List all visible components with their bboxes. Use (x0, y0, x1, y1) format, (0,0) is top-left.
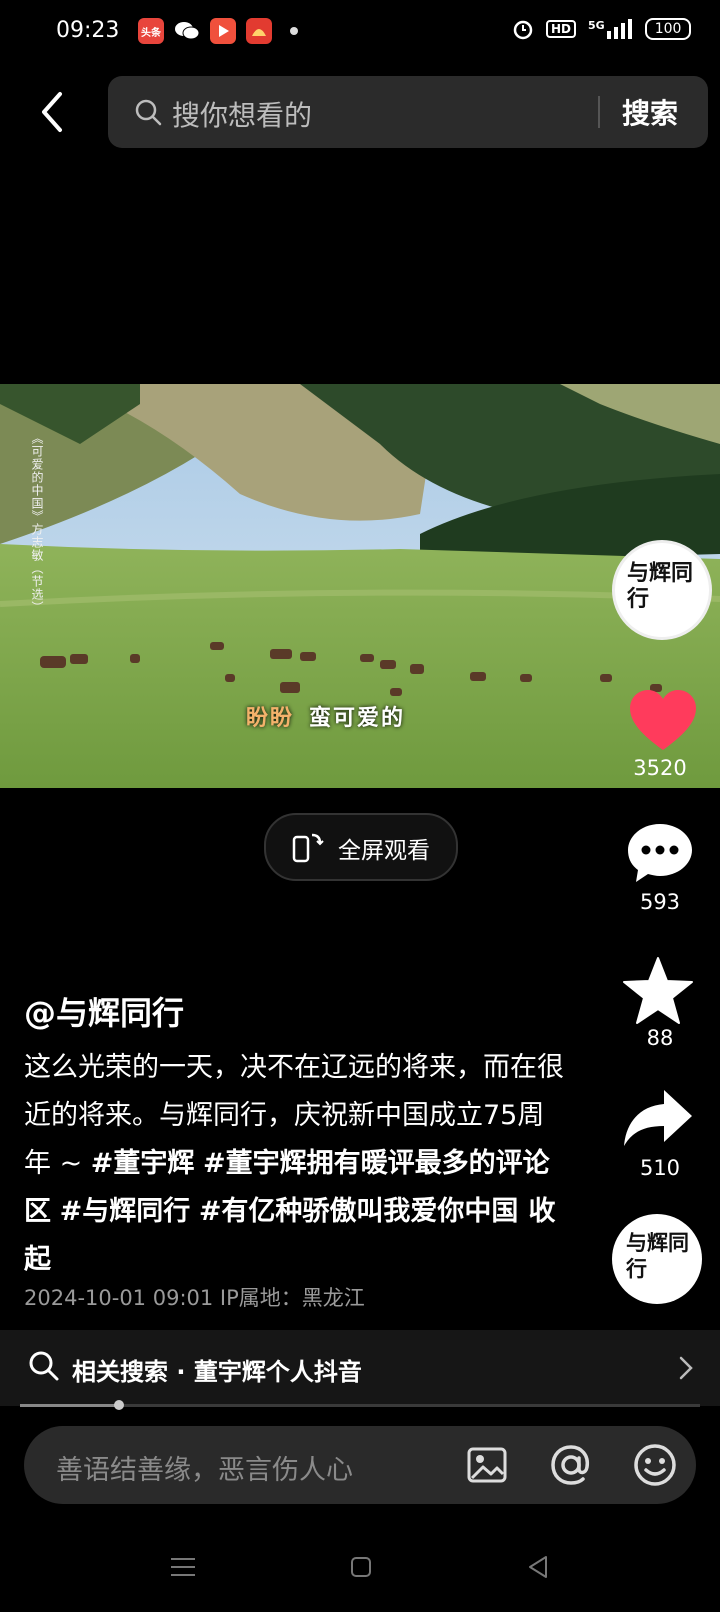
hd-badge: HD (546, 20, 577, 38)
battery-indicator: 100 (644, 18, 692, 40)
hashtag[interactable]: #董宇辉 (91, 1148, 195, 1179)
favorite-count: 88 (646, 1026, 674, 1050)
heart-icon[interactable] (628, 688, 698, 752)
post-caption: 这么光荣的一天，决不在辽远的将来，而在很近的将来。与辉同行，庆祝新中国成立75周… (24, 1044, 564, 1284)
comment-count: 593 (639, 890, 681, 914)
red-app-icon (246, 18, 272, 44)
back-triangle-icon[interactable] (526, 1554, 550, 1580)
post-meta: 2024-10-01 09:01 IP属地：黑龙江 (24, 1286, 365, 1310)
like-count: 3520 (633, 756, 687, 780)
search-divider (598, 96, 600, 128)
related-search-bar[interactable]: 相关搜索 · 董宇辉个人抖音 (0, 1330, 720, 1406)
video-app-icon (210, 18, 236, 44)
more-notifications-icon (290, 27, 298, 35)
search-button[interactable]: 搜索 (622, 92, 678, 132)
home-icon[interactable] (350, 1556, 372, 1578)
comment-icon[interactable] (626, 822, 694, 884)
hashtag[interactable]: #有亿种骄傲叫我爱你中国 (199, 1196, 519, 1227)
notification-icons: 头条 (138, 18, 298, 44)
image-icon[interactable] (466, 1444, 508, 1486)
video-subtitle: 盼盼 蛮可爱的 (246, 706, 406, 731)
system-status: HD 5G 100 (512, 18, 692, 40)
menu-icon[interactable] (170, 1556, 196, 1578)
video-progress-handle[interactable] (114, 1400, 124, 1410)
related-search-text: 相关搜索 · 董宇辉个人抖音 (72, 1358, 362, 1386)
status-bar: 09:23 头条 HD 5G 100 (0, 0, 720, 64)
chevron-right-icon (679, 1356, 693, 1380)
search-input[interactable]: 搜你想看的 (172, 94, 312, 134)
emoji-icon[interactable] (632, 1442, 678, 1488)
video-progress-fill (20, 1404, 119, 1407)
back-button[interactable] (34, 88, 74, 136)
alarm-icon (513, 20, 533, 40)
search-icon (29, 1351, 59, 1381)
music-disc-avatar[interactable]: 与辉同行 (612, 1214, 702, 1304)
music-disc-logo-text: 与辉同行 (626, 1231, 689, 1281)
wechat-app-icon (174, 18, 200, 44)
chevron-left-icon (42, 92, 62, 132)
toutiao-app-icon: 头条 (138, 18, 164, 44)
star-icon[interactable] (622, 956, 694, 1026)
author-avatar[interactable]: 与辉同行 (612, 540, 712, 640)
status-time: 09:23 (56, 18, 120, 43)
rotate-screen-icon (292, 833, 324, 863)
mention-icon[interactable] (548, 1442, 594, 1488)
search-icon (135, 99, 162, 126)
hashtag[interactable]: #与辉同行 (60, 1196, 191, 1227)
avatar-logo-text: 与辉同行 (627, 561, 694, 612)
search-bar[interactable]: 搜你想看的 搜索 (108, 76, 708, 148)
fullscreen-button[interactable]: 全屏观看 (264, 813, 458, 881)
share-icon[interactable] (622, 1088, 694, 1148)
fullscreen-label: 全屏观看 (338, 838, 430, 864)
author-name[interactable]: @与辉同行 (24, 988, 184, 1034)
video-vertical-caption: 《可爱的中国》方志敏（节选） (30, 432, 44, 614)
share-count: 510 (639, 1156, 681, 1180)
comment-input[interactable]: 善语结善缘，恶言伤人心 (56, 1448, 353, 1487)
comment-input-bar[interactable]: 善语结善缘，恶言伤人心 (24, 1426, 696, 1504)
signal-icon: 5G (588, 19, 633, 39)
